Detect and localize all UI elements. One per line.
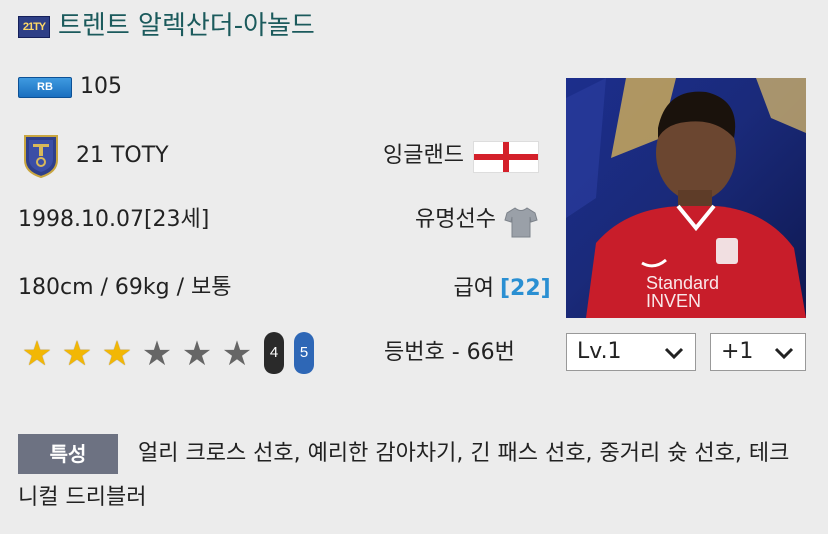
level-select[interactable]: Lv.1 (566, 333, 696, 371)
portrait-watermark: Standard INVEN (646, 273, 720, 311)
level-select-value: Lv.1 (577, 339, 622, 364)
traits-text: 얼리 크로스 선호, 예리한 감아차기, 긴 패스 선호, 중거리 슛 선호, … (18, 441, 790, 510)
salary-label: 급여 (453, 276, 494, 301)
star-empty-icon: ★ (141, 334, 173, 374)
england-flag-icon (474, 142, 538, 172)
skill-foot-badge: 5 (294, 332, 314, 374)
season-name: 21 TOTY (76, 143, 169, 168)
weak-foot-badge: 4 (264, 332, 284, 374)
birth-date: 1998.10.07[23세] (18, 207, 210, 232)
star-filled-icon: ★ (61, 334, 93, 374)
chevron-down-icon (664, 347, 684, 360)
toty-crest-icon (24, 135, 58, 178)
star-filled-icon: ★ (101, 334, 133, 374)
nation-label: 잉글랜드 (383, 143, 464, 168)
season-icon: 21TY (18, 16, 50, 38)
star-empty-icon: ★ (181, 334, 213, 374)
upgrade-select-value: +1 (721, 339, 754, 364)
jersey-number: 등번호 - 66번 (384, 340, 515, 365)
star-empty-icon: ★ (221, 334, 253, 374)
player-name: 트렌트 알렉산더-아놀드 (58, 11, 315, 41)
status-label: 유명선수 (415, 207, 496, 232)
player-portrait: Standard INVEN (566, 78, 806, 318)
position-badge: RB (18, 77, 72, 98)
chevron-down-icon (774, 347, 794, 360)
upgrade-select[interactable]: +1 (710, 333, 806, 371)
salary-value: [22] (500, 276, 551, 301)
star-rating: ★ ★ ★ ★ ★ ★ (18, 334, 256, 374)
body-info: 180cm / 69kg / 보통 (18, 275, 232, 300)
star-filled-icon: ★ (21, 334, 53, 374)
shirt-icon (504, 207, 538, 238)
ovr-value: 105 (80, 74, 122, 99)
